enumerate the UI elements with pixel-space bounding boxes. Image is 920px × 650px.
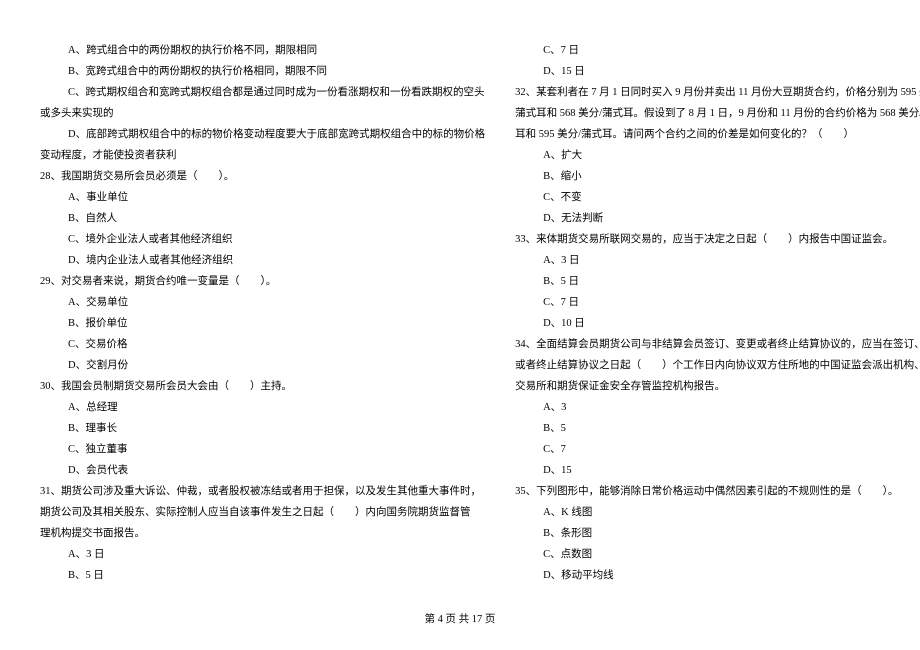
option-text: B、缩小 <box>515 166 920 187</box>
option-text: C、点数图 <box>515 544 920 565</box>
question-text: 期货公司及其相关股东、实际控制人应当自该事件发生之日起（ ）内向国务院期货监督管 <box>40 502 485 523</box>
option-text: B、5 日 <box>40 565 485 586</box>
question-text: 31、期货公司涉及重大诉讼、仲裁，或者股权被冻结或者用于担保，以及发生其他重大事… <box>40 481 485 502</box>
question-text: 耳和 595 美分/蒲式耳。请问两个合约之间的价差是如何变化的？（ ） <box>515 124 920 145</box>
question-text: 32、某套利者在 7 月 1 日同时买入 9 月份并卖出 11 月份大豆期货合约… <box>515 82 920 103</box>
right-column: C、7 日 D、15 日 32、某套利者在 7 月 1 日同时买入 9 月份并卖… <box>515 40 920 610</box>
option-text: D、底部跨式期权组合中的标的物价格变动程度要大于底部宽跨式期权组合中的标的物价格 <box>40 124 485 145</box>
question-text: 33、来体期货交易所联网交易的，应当于决定之日起（ ）内报告中国证监会。 <box>515 229 920 250</box>
option-text: A、交易单位 <box>40 292 485 313</box>
option-text: A、跨式组合中的两份期权的执行价格不同，期限相同 <box>40 40 485 61</box>
option-text: B、理事长 <box>40 418 485 439</box>
option-text: B、5 <box>515 418 920 439</box>
option-text: C、跨式期权组合和宽跨式期权组合都是通过同时成为一份看涨期权和一份看跌期权的空头 <box>40 82 485 103</box>
question-text: 30、我国会员制期货交易所会员大会由（ ）主持。 <box>40 376 485 397</box>
question-text: 28、我国期货交易所会员必须是（ ）。 <box>40 166 485 187</box>
option-text: B、宽跨式组合中的两份期权的执行价格相同，期限不同 <box>40 61 485 82</box>
option-text: B、报价单位 <box>40 313 485 334</box>
option-text: A、K 线图 <box>515 502 920 523</box>
option-text: C、交易价格 <box>40 334 485 355</box>
option-text: 变动程度，才能使投资者获利 <box>40 145 485 166</box>
option-text: C、7 日 <box>515 292 920 313</box>
question-text: 交易所和期货保证金安全存管监控机构报告。 <box>515 376 920 397</box>
question-text: 或者终止结算协议之日起（ ）个工作日内向协议双方住所地的中国证监会派出机构、期货 <box>515 355 920 376</box>
question-text: 蒲式耳和 568 美分/蒲式耳。假设到了 8 月 1 日，9 月份和 11 月份… <box>515 103 920 124</box>
question-text: 34、全面结算会员期货公司与非结算会员签订、变更或者终止结算协议的，应当在签订、… <box>515 334 920 355</box>
option-text: D、15 <box>515 460 920 481</box>
option-text: C、7 日 <box>515 40 920 61</box>
option-text: 或多头来实现的 <box>40 103 485 124</box>
option-text: A、总经理 <box>40 397 485 418</box>
question-text: 35、下列图形中，能够消除日常价格运动中偶然因素引起的不规则性的是（ ）。 <box>515 481 920 502</box>
option-text: C、境外企业法人或者其他经济组织 <box>40 229 485 250</box>
option-text: D、无法判断 <box>515 208 920 229</box>
question-text: 29、对交易者来说，期货合约唯一变量是（ ）。 <box>40 271 485 292</box>
option-text: C、7 <box>515 439 920 460</box>
option-text: D、交割月份 <box>40 355 485 376</box>
option-text: C、独立董事 <box>40 439 485 460</box>
option-text: A、3 <box>515 397 920 418</box>
left-column: A、跨式组合中的两份期权的执行价格不同，期限相同 B、宽跨式组合中的两份期权的执… <box>40 40 485 610</box>
option-text: C、不变 <box>515 187 920 208</box>
option-text: B、条形图 <box>515 523 920 544</box>
option-text: D、10 日 <box>515 313 920 334</box>
option-text: A、事业单位 <box>40 187 485 208</box>
option-text: B、5 日 <box>515 271 920 292</box>
option-text: D、15 日 <box>515 61 920 82</box>
option-text: A、3 日 <box>515 250 920 271</box>
page-footer: 第 4 页 共 17 页 <box>0 610 920 640</box>
option-text: D、移动平均线 <box>515 565 920 586</box>
option-text: D、会员代表 <box>40 460 485 481</box>
option-text: B、自然人 <box>40 208 485 229</box>
option-text: A、3 日 <box>40 544 485 565</box>
question-text: 理机构提交书面报告。 <box>40 523 485 544</box>
option-text: D、境内企业法人或者其他经济组织 <box>40 250 485 271</box>
page-columns: A、跨式组合中的两份期权的执行价格不同，期限相同 B、宽跨式组合中的两份期权的执… <box>0 0 920 610</box>
option-text: A、扩大 <box>515 145 920 166</box>
